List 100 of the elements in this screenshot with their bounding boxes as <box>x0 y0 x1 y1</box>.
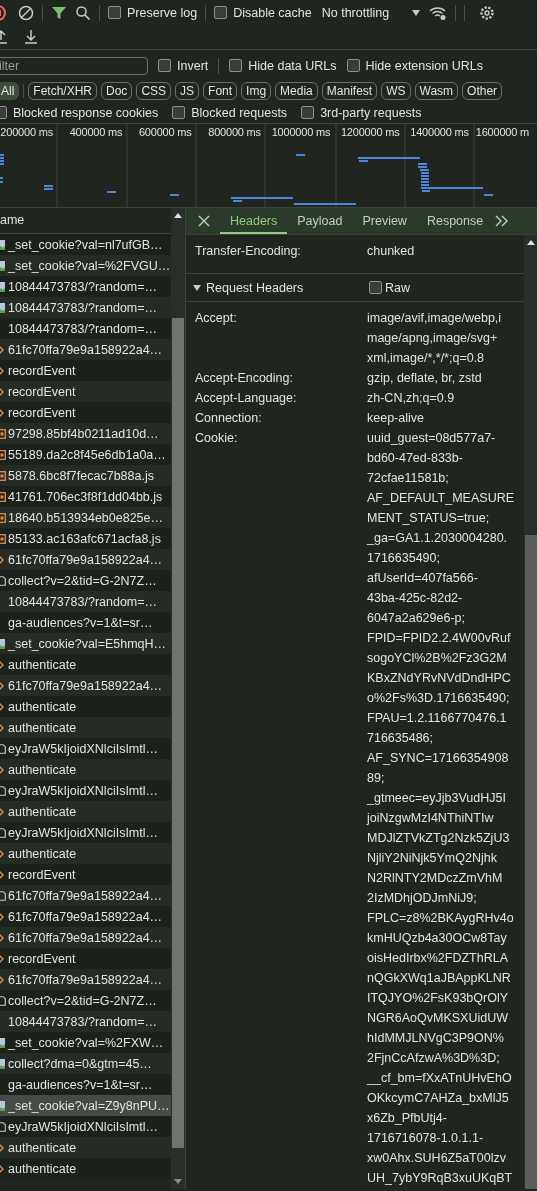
details-tab[interactable]: Response <box>416 208 494 234</box>
scrollbar-thumb[interactable] <box>172 318 184 1148</box>
scroll-up-icon[interactable] <box>174 212 182 218</box>
dropdown-caret-icon[interactable] <box>411 7 422 18</box>
scroll-down-icon[interactable] <box>174 1179 182 1185</box>
request-row[interactable]: authenticate <box>0 1158 171 1179</box>
type-filter-chip[interactable]: Wasm <box>414 81 459 100</box>
request-row[interactable]: eyJraW5kIjoidXNlciIsImtl… <box>0 822 171 843</box>
download-icon[interactable] <box>24 29 38 45</box>
request-row[interactable]: recordEvent <box>0 381 171 402</box>
request-row[interactable]: 97298.85bf4b0211ad10d… <box>0 423 171 444</box>
checkbox-option[interactable]: 3rd-party requests <box>301 105 422 120</box>
type-filter-chip[interactable]: Other <box>462 81 503 100</box>
request-row[interactable]: authenticate <box>0 801 171 822</box>
checkbox-option[interactable]: Blocked requests <box>172 105 288 120</box>
request-row[interactable]: _set_cookie?val=Z9y8nPU… <box>0 1095 171 1116</box>
request-row[interactable]: 61fc70ffa79e9a158922a4… <box>0 927 171 948</box>
details-tab[interactable]: Payload <box>287 208 353 234</box>
checkbox-option[interactable]: Hide extension URLs <box>346 58 483 73</box>
type-filter-chip[interactable]: Doc <box>101 81 133 100</box>
network-settings-icon[interactable] <box>429 4 448 21</box>
request-row[interactable]: 41761.706ec3f8f1dd04bb.js <box>0 486 171 507</box>
chevron-icon <box>0 407 6 418</box>
checkbox-option[interactable]: Hide data URLs <box>229 58 337 73</box>
chevron-icon <box>0 722 6 733</box>
details-tab[interactable]: Headers <box>220 208 288 234</box>
request-name: _set_cookie?val=%2FXW… <box>8 1035 164 1050</box>
request-name: 10844473783/?random=… <box>8 279 158 294</box>
checkbox-option[interactable]: Preserve log <box>108 5 198 20</box>
request-row[interactable]: authenticate <box>0 759 171 780</box>
request-row[interactable]: 10844473783/?random=… <box>0 591 171 612</box>
request-row[interactable]: 61fc70ffa79e9a158922a4… <box>0 969 171 990</box>
request-name: authenticate <box>8 1161 77 1176</box>
type-filter-chip[interactable]: CSS <box>136 81 172 100</box>
request-row[interactable]: collect?v=2&tid=G-2N7Z… <box>0 570 171 591</box>
section-toggle[interactable]: Request Headers <box>186 280 369 295</box>
chevron-icon <box>0 554 6 565</box>
request-row[interactable]: recordEvent <box>0 864 171 885</box>
search-icon[interactable] <box>75 4 91 21</box>
request-row[interactable]: _set_cookie?val=nl7ufGB… <box>0 234 171 255</box>
type-filter-chip[interactable]: JS <box>175 81 200 100</box>
request-row[interactable]: 18640.b513934eb0e825e… <box>0 507 171 528</box>
request-row[interactable]: authenticate <box>0 654 171 675</box>
type-filter-chip[interactable]: All <box>0 81 20 100</box>
type-filter-chip[interactable]: Img <box>241 81 272 100</box>
request-row[interactable]: 61fc70ffa79e9a158922a4… <box>0 675 171 696</box>
clear-icon[interactable] <box>18 4 34 21</box>
request-row[interactable]: 5878.6bc8f7fecac7b88a.js <box>0 465 171 486</box>
throttling-dropdown[interactable]: No throttling <box>321 5 390 20</box>
request-row[interactable]: 61fc70ffa79e9a158922a4… <box>0 549 171 570</box>
type-filter-chip[interactable]: Font <box>203 81 238 100</box>
type-filter-chip[interactable]: Manifest <box>321 81 378 100</box>
type-filter-chip[interactable]: Media <box>275 81 318 100</box>
request-row[interactable]: _set_cookie?val=%2FVGU… <box>0 255 171 276</box>
close-icon[interactable] <box>198 215 210 227</box>
details-tab[interactable]: Preview <box>352 208 417 234</box>
request-row[interactable]: eyJraW5kIjoidXNlciIsImtl… <box>0 1116 171 1137</box>
request-name: recordEvent <box>8 363 76 378</box>
request-row[interactable]: authenticate <box>0 717 171 738</box>
type-filter-chip[interactable]: Fetch/XHR <box>28 81 98 100</box>
request-row[interactable]: collect?dma=0&gtm=45… <box>0 1053 171 1074</box>
request-row[interactable]: _set_cookie?val=E5hmqH… <box>0 633 171 654</box>
type-filter-chip[interactable]: WS <box>381 81 411 100</box>
scroll-up-icon[interactable] <box>526 239 535 245</box>
checkbox-option[interactable]: Raw <box>369 280 410 295</box>
filter-icon[interactable] <box>51 4 67 21</box>
request-row[interactable]: 85133.ac163afc671acfa8.js <box>0 528 171 549</box>
request-row[interactable]: eyJraW5kIjoidXNlciIsImtl… <box>0 738 171 759</box>
request-row[interactable]: 61fc70ffa79e9a158922a4… <box>0 339 171 360</box>
scrollbar[interactable] <box>171 208 185 1189</box>
request-row[interactable]: ga-audiences?v=1&t=sr… <box>0 1074 171 1095</box>
request-row[interactable]: 61fc70ffa79e9a158922a4… <box>0 906 171 927</box>
request-row[interactable]: ga-audiences?v=1&t=sr… <box>0 612 171 633</box>
request-row[interactable]: authenticate <box>0 1137 171 1158</box>
request-row[interactable]: recordEvent <box>0 402 171 423</box>
request-row[interactable]: authenticate <box>0 843 171 864</box>
request-row[interactable]: 55189.da2c8f45e6db1a0a… <box>0 444 171 465</box>
document-icon <box>0 995 6 1006</box>
scrollbar-thumb[interactable] <box>524 535 537 1189</box>
filter-field[interactable]: ilter <box>0 56 148 75</box>
request-row[interactable]: 10844473783/?random=… <box>0 276 171 297</box>
request-row[interactable]: eyJraW5kIjoidXNlciIsImtl… <box>0 780 171 801</box>
request-row[interactable]: recordEvent <box>0 360 171 381</box>
request-row[interactable]: 10844473783/?random=… <box>0 318 171 339</box>
checkbox-option[interactable]: Blocked response cookies <box>0 105 159 120</box>
checkbox-option[interactable]: Disable cache <box>214 5 312 20</box>
request-row[interactable]: 10844473783/?random=… <box>0 297 171 318</box>
request-row[interactable]: 61fc70ffa79e9a158922a4… <box>0 885 171 906</box>
request-row[interactable]: authenticate <box>0 696 171 717</box>
settings-icon[interactable] <box>479 4 496 21</box>
checkbox-option[interactable]: Invert <box>158 58 209 73</box>
request-name: _set_cookie?val=%2FVGU… <box>8 258 171 273</box>
expand-triangle-icon[interactable] <box>193 283 201 292</box>
request-row[interactable]: recordEvent <box>0 948 171 969</box>
chevron-icon <box>0 365 6 376</box>
scrollbar[interactable] <box>524 235 537 1189</box>
request-row[interactable]: collect?v=2&tid=G-2N7Z… <box>0 990 171 1011</box>
more-tabs-icon[interactable] <box>495 215 510 227</box>
request-row[interactable]: _set_cookie?val=%2FXW… <box>0 1032 171 1053</box>
request-row[interactable]: 10844473783/?random=… <box>0 1011 171 1032</box>
